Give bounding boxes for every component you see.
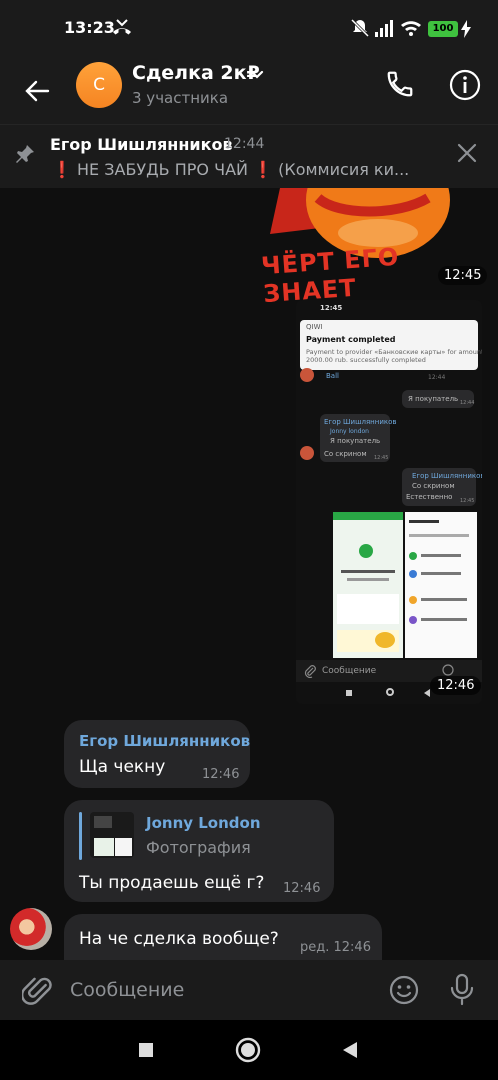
signal-icon xyxy=(375,20,393,37)
smile-icon xyxy=(389,975,419,1005)
chat-title[interactable]: Сделка 2к₽ xyxy=(132,62,260,84)
message-time: 12:46 xyxy=(202,767,240,782)
charging-icon xyxy=(461,20,471,38)
home-icon xyxy=(235,1037,261,1063)
inner-own2-text: Естественно xyxy=(406,493,453,501)
inner-own2-time: 12:45 xyxy=(460,498,475,504)
message-bubble[interactable]: На че сделка вообще? ред. 12:46 xyxy=(64,914,382,960)
sticker-time: 12:45 xyxy=(438,266,488,285)
inner-status-time: 12:45 xyxy=(320,304,343,312)
phone-icon xyxy=(387,71,413,97)
back-nav-button[interactable] xyxy=(334,1034,366,1066)
message-bubble[interactable]: Егор Шишлянников Ща чекну 12:46 xyxy=(64,720,250,788)
home-button[interactable] xyxy=(232,1034,264,1066)
call-button[interactable] xyxy=(380,64,420,104)
inner-quote-reply-text: Я покупатель xyxy=(330,437,381,445)
pinned-author: Егор Шишлянников xyxy=(50,135,233,154)
pinned-text: ❗ НЕ ЗАБУДЬ ПРО ЧАЙ ❗ (Коммисия ки... xyxy=(52,160,432,179)
message-text: На че сделка вообще? xyxy=(79,929,279,949)
inner-smile-icon xyxy=(442,664,454,676)
inner-quote-author: Егор Шишлянников xyxy=(324,418,397,426)
inner-notif-body: Payment to provider «Банковские карты» f… xyxy=(306,348,482,356)
back-button[interactable] xyxy=(18,68,56,114)
inner-own2-reply: Со скрином xyxy=(412,482,455,490)
back-triangle-icon xyxy=(343,1042,357,1058)
message-time: ред. 12:46 xyxy=(300,940,371,955)
pin-icon xyxy=(16,145,34,163)
photo-message[interactable]: 12:45 QIWI Payment completed Payment to … xyxy=(296,300,482,704)
exclamation-icon: ❗ xyxy=(52,160,72,179)
inner-notif-time: 12:44 xyxy=(428,374,446,381)
inner-own-time: 12:44 xyxy=(460,400,475,406)
mute-icon xyxy=(350,18,370,38)
message-bubble-reply[interactable]: Jonny London Фотография Ты продаешь ещё … xyxy=(64,800,334,902)
inner-paperclip-icon xyxy=(304,665,316,678)
pinned-message[interactable]: Егор Шишлянников 12:44 ❗ НЕ ЗАБУДЬ ПРО Ч… xyxy=(0,124,498,188)
sender-avatar[interactable] xyxy=(10,908,52,950)
inner-photo-left xyxy=(333,512,403,658)
photo-time: 12:46 xyxy=(430,676,482,695)
inner-composer-placeholder: Сообщение xyxy=(322,666,377,676)
inner-photo-right xyxy=(405,512,477,658)
chevron-down-icon[interactable] xyxy=(250,70,264,80)
message-text: Ща чекну xyxy=(79,757,166,777)
inner-quote-time: 12:45 xyxy=(374,455,389,461)
emoji-button[interactable] xyxy=(386,972,422,1008)
inner-quote-reply-name: Jonny london xyxy=(330,428,369,435)
inner-ball: Ball xyxy=(326,372,339,380)
inner-quote-text: Со скрином xyxy=(324,450,367,458)
pinned-time: 12:44 xyxy=(224,136,265,152)
attach-button[interactable] xyxy=(20,972,54,1008)
chat-header: C Сделка 2к₽ 3 участника xyxy=(0,58,498,124)
wifi-icon xyxy=(401,21,421,36)
inner-notif-body-2: 2000.00 rub. successfully completed xyxy=(306,356,426,364)
inner-own2-author: Егор Шишлянников xyxy=(412,472,482,480)
pinned-text-main: НЕ ЗАБУДЬ ПРО ЧАЙ xyxy=(77,160,248,179)
close-icon xyxy=(457,143,477,163)
reply-bar xyxy=(79,812,82,860)
info-icon xyxy=(449,69,481,101)
inner-notif-app: QIWI xyxy=(306,323,323,331)
unpin-button[interactable] xyxy=(452,138,482,168)
inner-notif-title: Payment completed xyxy=(306,335,396,344)
info-button[interactable] xyxy=(444,64,486,106)
message-input[interactable] xyxy=(70,972,370,1008)
recents-button[interactable] xyxy=(130,1034,162,1066)
voice-button[interactable] xyxy=(444,972,480,1008)
battery-indicator: 100 xyxy=(428,21,458,37)
missed-call-icon xyxy=(113,19,131,35)
stop-icon xyxy=(139,1043,153,1057)
message-time: 12:46 xyxy=(283,881,321,896)
microphone-icon xyxy=(450,973,474,1006)
paperclip-icon xyxy=(22,977,52,1005)
reply-subtitle: Фотография xyxy=(146,838,251,857)
chat-avatar[interactable]: C xyxy=(76,62,122,108)
pinned-text-rest: (Коммисия ки... xyxy=(278,160,410,179)
chat-subtitle: 3 участника xyxy=(132,89,229,107)
system-navigation-bar xyxy=(0,1020,498,1080)
status-time: 13:23 xyxy=(64,18,115,37)
reply-thumbnail[interactable] xyxy=(90,812,134,858)
status-bar: 13:23 100 xyxy=(0,0,498,58)
inner-own-text: Я покупатель xyxy=(408,395,459,403)
message-text: Ты продаешь ещё г? xyxy=(79,873,265,893)
back-arrow-icon xyxy=(25,80,50,102)
message-composer xyxy=(0,960,498,1020)
message-author[interactable]: Егор Шишлянников xyxy=(79,732,250,750)
exclamation-icon: ❗ xyxy=(253,160,273,179)
reply-author: Jonny London xyxy=(146,814,261,832)
